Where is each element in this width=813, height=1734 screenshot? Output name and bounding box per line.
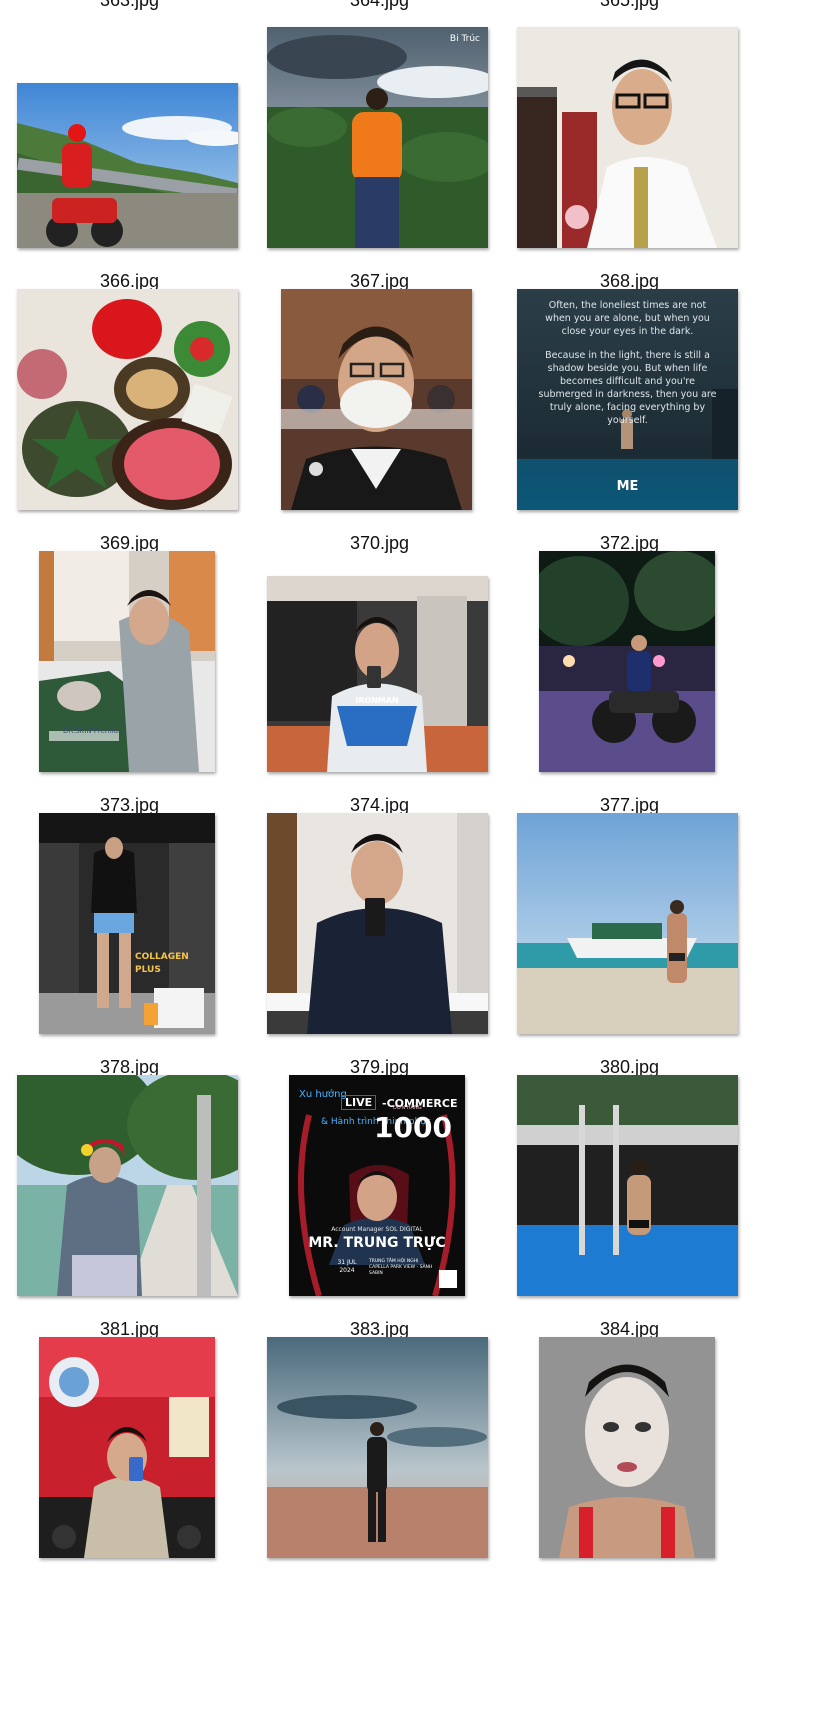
file-label-370[interactable]: 370.jpg [241,532,518,554]
thumbnail-374[interactable]: IRONMAN [267,576,488,772]
promo-text: COLLAGEN PLUS [135,952,189,975]
poster-role: Account Manager SOL DIGITAL [331,1226,423,1233]
thumbnail-367[interactable]: Bi Trúc [267,27,488,248]
poster-live-badge: LIVE [341,1095,377,1110]
thumbnail-369[interactable] [17,289,238,510]
poster-line-a: Xu hướng [299,1089,347,1100]
shirt-brand-text: IRONMAN [355,696,399,705]
file-label-365[interactable]: 365.jpg [491,0,768,11]
thumbnail-row6-b[interactable] [267,1337,488,1558]
thumbnail-383[interactable]: Xu hướng LIVE -COMMERCE & Hành trình chi… [289,1075,465,1296]
thumbnail-379[interactable] [267,813,488,1034]
thumbnail-row6-c[interactable] [539,1337,715,1558]
quote-paragraph-2: Because in the light, there is still a s… [538,350,717,426]
poster-venue: TRUNG TÂM HỘI NGHỊ CAPELLA PARK VIEW - S… [369,1259,433,1276]
quote-title: ME [616,479,639,494]
thumbnail-380[interactable] [517,813,738,1034]
poster-date: 31 JUL 2024 [337,1259,357,1274]
thumbnail-370[interactable] [281,289,472,510]
poster-small-number: ĐƠN HÀNG [393,1105,422,1111]
watermark-text: Bi Trúc [449,34,480,44]
file-label-363[interactable]: 363.jpg [0,0,268,11]
quote-paragraph-1: Often, the loneliest times are not when … [545,300,710,337]
thumbnail-368[interactable] [517,27,738,248]
shirt-text: DR.SKIN Premium [63,727,125,735]
thumbnail-grid: 363.jpg 364.jpg 365.jpg 366.jpg Bi Trúc … [0,0,813,1734]
thumbnail-378[interactable]: COLLAGEN PLUS [39,813,215,1034]
thumbnail-row6-a[interactable] [39,1337,215,1558]
thumbnail-366[interactable] [17,83,238,248]
thumbnail-377[interactable] [539,551,715,772]
thumbnail-381[interactable] [17,1075,238,1296]
file-label-364[interactable]: 364.jpg [241,0,518,11]
poster-name: MR. TRUNG TRỰC [308,1235,446,1251]
thumbnail-372[interactable]: Often, the loneliest times are not when … [517,289,738,510]
thumbnail-373[interactable]: DR.SKIN Premium [39,551,215,772]
poster-big-number: 1000 [374,1111,452,1144]
thumbnail-384[interactable] [517,1075,738,1296]
